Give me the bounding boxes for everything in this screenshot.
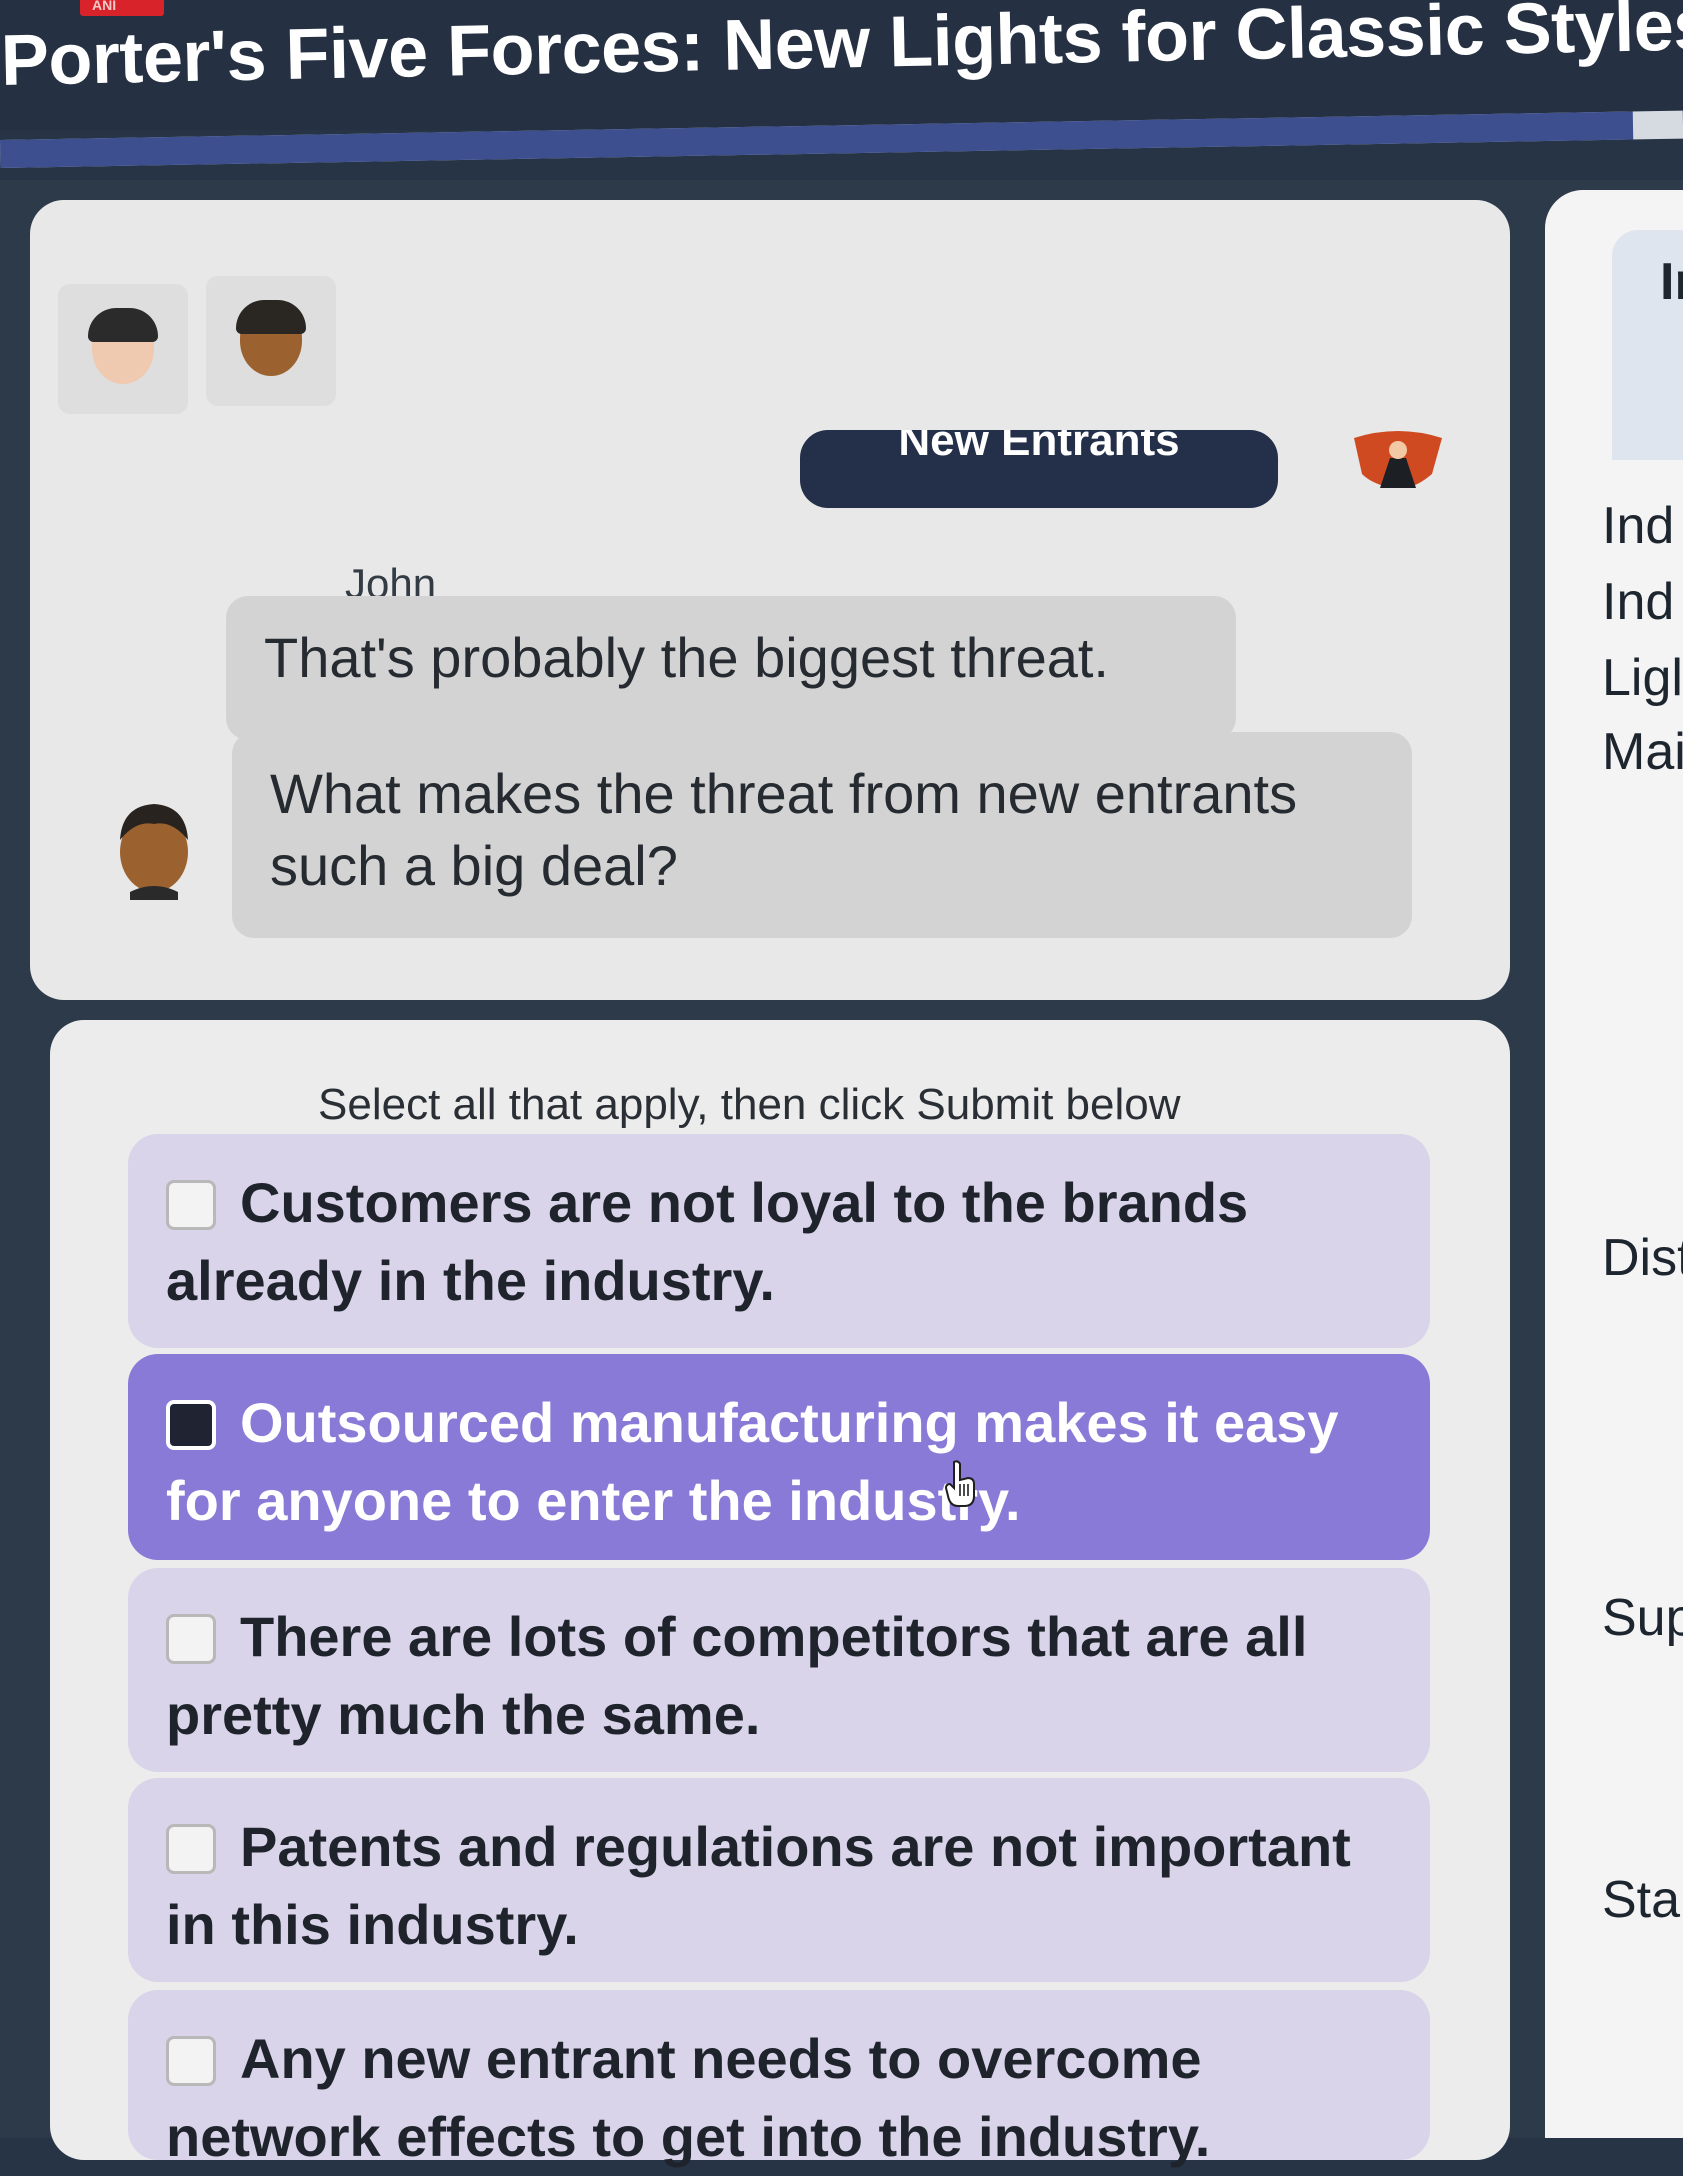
option-3-label: There are lots of competitors that are a… [166,1605,1308,1746]
right-panel [1545,190,1683,2138]
option-1-label: Customers are not loyal to the brands al… [166,1171,1249,1312]
right-panel-item-6: Sup [1602,1589,1683,1647]
message-text-1: That's probably the biggest threat. [264,626,1109,689]
top-bar: ANI Porter's Five Forces: New Lights for… [0,0,1683,130]
host-figure-icon [1354,431,1442,488]
right-panel-item-4: Mai [1602,723,1683,781]
option-3[interactable]: There are lots of competitors that are a… [128,1568,1430,1772]
avatar-tile-1[interactable] [58,284,188,414]
option-4[interactable]: Patents and regulations are not importan… [128,1778,1430,1982]
option-4-checkbox[interactable] [166,1824,216,1874]
hand-cursor-icon [944,1460,975,1507]
option-1[interactable]: Customers are not loyal to the brands al… [128,1134,1430,1348]
right-panel-item-3: Ligl [1602,649,1683,707]
man-avatar-icon [236,300,306,376]
option-2-checkbox[interactable] [166,1400,216,1450]
page-title: Porter's Five Forces: New Lights for Cla… [0,0,1683,101]
right-panel-item-5: Dist [1602,1229,1683,1287]
option-1-checkbox[interactable] [166,1180,216,1230]
message-text-2: What makes the threat from new entrants … [270,762,1298,897]
right-panel-item-7: Star [1602,1871,1683,1929]
right-panel-item-2: Ind [1602,573,1675,631]
option-2[interactable]: Outsourced manufacturing makes it easy f… [128,1354,1430,1560]
option-2-label: Outsourced manufacturing makes it easy f… [166,1391,1339,1532]
man-avatar-icon [120,804,188,900]
right-panel-tab-label: Ir [1660,253,1683,311]
avatar-tile-2[interactable] [206,276,336,406]
topic-pill-label: New Entrants [898,430,1180,465]
option-5-checkbox[interactable] [166,2036,216,2086]
option-5[interactable]: Any new entrant needs to overcome networ… [128,1990,1430,2168]
option-4-label: Patents and regulations are not importan… [166,1815,1351,1956]
topic-pill: New Entrants [800,430,1278,508]
option-5-label: Any new entrant needs to overcome networ… [166,2027,1211,2168]
right-panel-item-1: Ind [1602,497,1675,555]
message-bubble-2: What makes the threat from new entrants … [232,732,1412,938]
message-bubble-1: That's probably the biggest threat. [226,596,1236,740]
option-3-checkbox[interactable] [166,1614,216,1664]
quiz-instruction: Select all that apply, then click Submit… [318,1080,1181,1129]
brand-label: ANI [92,0,117,13]
woman-avatar-icon [88,308,158,384]
